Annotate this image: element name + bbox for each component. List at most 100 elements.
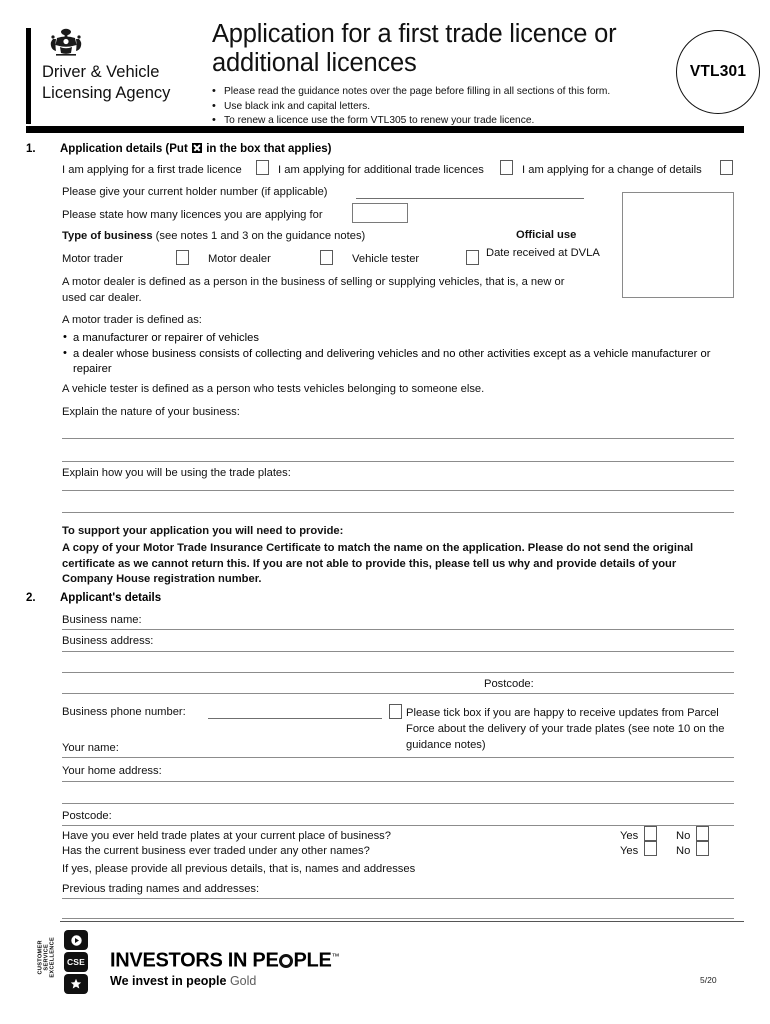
- iip-title-part-a: INVESTORS IN PE: [110, 949, 279, 972]
- iip-circle-o-icon: [279, 953, 294, 968]
- business-phone-label: Business phone number:: [62, 706, 186, 718]
- holder-number-input[interactable]: [356, 198, 584, 199]
- business-name-label: Business name:: [62, 614, 142, 626]
- play-triangle-icon: [64, 930, 88, 950]
- checkbox-additional-licences[interactable]: [500, 160, 513, 175]
- checkbox-q1-no[interactable]: [696, 826, 709, 841]
- trade-plates-usage-input-line-2[interactable]: [62, 512, 734, 513]
- checkbox-q2-no[interactable]: [696, 841, 709, 856]
- checkbox-date-received[interactable]: [466, 250, 479, 265]
- nature-of-business-input-line-1[interactable]: [62, 438, 734, 439]
- section-2-heading: Applicant's details: [60, 592, 162, 604]
- cse-badge-label: CSE: [64, 952, 88, 972]
- home-postcode-input[interactable]: [62, 825, 734, 826]
- customer-service-excellence-logo: CUSTOMER SERVICE EXCELLENCE CSE: [28, 930, 100, 998]
- section-1-number: 1.: [26, 143, 36, 155]
- page-title: Application for a first trade licence or…: [212, 20, 617, 77]
- if-yes-instruction: If yes, please provide all previous deta…: [62, 863, 416, 875]
- licence-count-input[interactable]: [352, 203, 408, 223]
- royal-coat-of-arms-icon: [50, 28, 82, 56]
- yes-label-q1: Yes: [620, 830, 639, 842]
- option-label-change-of-details: I am applying for a change of details: [522, 164, 702, 176]
- trade-plates-usage-input-line-1[interactable]: [62, 490, 734, 491]
- page-number: 5/20: [700, 975, 717, 985]
- official-use-box[interactable]: [622, 192, 734, 298]
- form-header: Driver & Vehicle Licensing Agency Applic…: [26, 20, 760, 132]
- business-name-input[interactable]: [62, 629, 734, 630]
- instruction-item: Use black ink and capital letters.: [212, 99, 652, 115]
- option-label-first-licence: I am applying for a first trade licence: [62, 164, 242, 176]
- checkbox-first-trade-licence[interactable]: [256, 160, 269, 175]
- previous-names-label: Previous trading names and addresses:: [62, 883, 260, 895]
- cse-vertical-text: CUSTOMER SERVICE EXCELLENCE: [37, 937, 57, 978]
- question-traded-other-names: Has the current business ever traded und…: [62, 845, 370, 857]
- section-1-heading: Application details (Put in the box that…: [60, 143, 331, 155]
- section-2-number: 2.: [26, 592, 36, 604]
- business-postcode-label: Postcode:: [484, 678, 534, 690]
- title-block: Application for a first trade licence or…: [212, 20, 652, 129]
- section-1-heading-post: in the box that applies): [206, 143, 332, 155]
- official-use-label: Official use: [516, 229, 577, 241]
- nature-of-business-label: Explain the nature of your business:: [62, 406, 240, 418]
- no-label-q2: No: [676, 845, 691, 857]
- option-label-additional-licences: I am applying for additional trade licen…: [278, 164, 484, 176]
- support-heading: To support your application you will nee…: [62, 525, 344, 537]
- investors-in-people-logo: INVESTORS IN PE PLE™ We invest in people …: [110, 946, 340, 990]
- support-body: A copy of your Motor Trade Insurance Cer…: [62, 542, 694, 586]
- business-address-label: Business address:: [62, 635, 154, 647]
- brand-name: Driver & Vehicle Licensing Agency: [42, 63, 171, 102]
- home-address-label: Your home address:: [62, 765, 162, 777]
- no-label-q1: No: [676, 830, 691, 842]
- parcelforce-consent-label: Please tick box if you are happy to rece…: [406, 707, 725, 751]
- brand-bar: [26, 28, 31, 124]
- star-icon: [64, 974, 88, 994]
- checkbox-q2-yes[interactable]: [644, 841, 657, 856]
- business-type-label-vehicle-tester: Vehicle tester: [352, 253, 420, 265]
- iip-level: Gold: [229, 973, 257, 988]
- type-of-business-label: Type of business (see notes 1 and 3 on t…: [62, 229, 365, 245]
- iip-tagline: We invest in people: [110, 973, 227, 988]
- definition-item: a manufacturer or repairer of vehicles: [62, 330, 722, 347]
- motor-dealer-definition: A motor dealer is defined as a person in…: [62, 276, 565, 304]
- iip-title: INVESTORS IN PE PLE™: [110, 946, 340, 972]
- form-page: Driver & Vehicle Licensing Agency Applic…: [0, 0, 770, 1024]
- business-address-input-line-1[interactable]: [62, 651, 734, 652]
- checkbox-parcelforce-updates[interactable]: [389, 704, 402, 719]
- section-1-heading-pre: Application details (Put: [60, 143, 188, 155]
- licence-count-label: Please state how many licences you are a…: [62, 209, 323, 221]
- motor-trader-definition-lead: A motor trader is defined as:: [62, 314, 202, 326]
- tick-example-icon: [192, 143, 202, 153]
- vehicle-tester-definition: A vehicle tester is defined as a person …: [62, 383, 485, 395]
- business-address-input-line-2[interactable]: [62, 672, 734, 673]
- question-held-trade-plates: Have you ever held trade plates at your …: [62, 830, 391, 842]
- checkbox-motor-trader[interactable]: [176, 250, 189, 265]
- instruction-item: Please read the guidance notes over the …: [212, 84, 652, 100]
- motor-trader-definition-list: a manufacturer or repairer of vehicles a…: [62, 330, 722, 378]
- business-phone-input[interactable]: [208, 718, 382, 719]
- form-code-badge: VTL301: [676, 30, 760, 114]
- cse-badge-stack: CSE: [64, 930, 90, 996]
- iip-tagline-row: We invest in people Gold: [110, 973, 339, 990]
- date-received-label: Date received at DVLA: [486, 247, 600, 259]
- trade-plates-usage-label: Explain how you will be using the trade …: [62, 467, 291, 479]
- business-type-label-motor-trader: Motor trader: [62, 253, 123, 265]
- definition-item: a dealer whose business consists of coll…: [62, 346, 722, 378]
- previous-names-input-line-1[interactable]: [62, 898, 734, 899]
- holder-number-label: Please give your current holder number (…: [62, 186, 328, 198]
- checkbox-motor-dealer[interactable]: [320, 250, 333, 265]
- your-name-input[interactable]: [62, 757, 734, 758]
- checkbox-change-of-details[interactable]: [720, 160, 733, 175]
- checkbox-q1-yes[interactable]: [644, 826, 657, 841]
- previous-names-input-line-2[interactable]: [62, 918, 734, 919]
- nature-of-business-input-line-2[interactable]: [62, 461, 734, 462]
- your-name-label: Your name:: [62, 742, 119, 754]
- business-postcode-input[interactable]: [62, 693, 734, 694]
- home-address-input-line-2[interactable]: [62, 803, 734, 804]
- header-divider: [26, 126, 744, 133]
- yes-label-q2: Yes: [620, 845, 639, 857]
- iip-trademark: ™: [331, 952, 340, 961]
- header-instructions: Please read the guidance notes over the …: [212, 84, 652, 129]
- home-address-input-line-1[interactable]: [62, 781, 734, 782]
- iip-title-part-b: PLE: [293, 949, 332, 972]
- type-of-business-bold: Type of business: [62, 230, 153, 242]
